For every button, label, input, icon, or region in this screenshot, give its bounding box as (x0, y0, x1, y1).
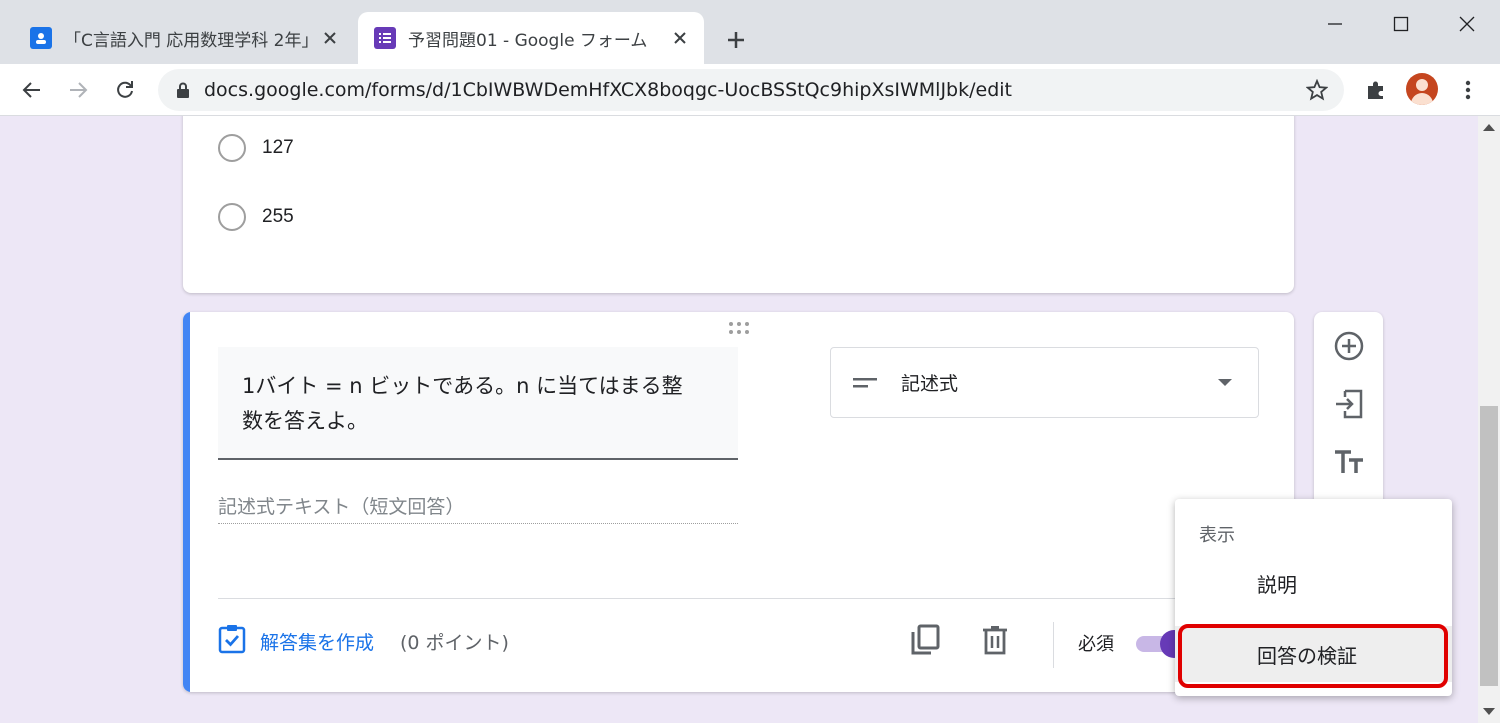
extensions-button[interactable] (1358, 72, 1394, 108)
close-window-button[interactable] (1447, 8, 1487, 40)
checkbox-clipboard-icon (218, 624, 246, 658)
radio-icon[interactable] (218, 203, 246, 231)
required-label: 必須 (1078, 634, 1114, 655)
previous-question-card: 127 255 (183, 116, 1294, 293)
trash-icon (983, 626, 1007, 655)
bookmark-star-icon[interactable] (1306, 79, 1328, 101)
scrollbar-thumb[interactable] (1480, 406, 1498, 686)
drag-handle-icon[interactable] (729, 322, 751, 334)
tab-title: 予習問題01 - Google フォーム (408, 30, 648, 51)
lock-icon (176, 82, 190, 98)
close-tab-icon[interactable] (666, 24, 694, 52)
chevron-down-icon (1218, 379, 1232, 386)
maximize-button[interactable] (1381, 8, 1421, 40)
delete-button[interactable] (975, 620, 1015, 660)
minimize-icon (1328, 23, 1342, 25)
footer-divider (218, 598, 1294, 599)
answer-placeholder: 記述式テキスト（短文回答） (218, 492, 738, 524)
points-label: (0 ポイント) (400, 631, 509, 654)
active-question-card[interactable]: 1バイト = n ビットである。n に当てはまる整 数を答えよ。 記述式 記述式… (183, 312, 1294, 692)
puzzle-icon (1368, 81, 1383, 99)
question-type-dropdown[interactable]: 記述式 (830, 347, 1259, 418)
menu-item-description[interactable]: 説明 (1175, 555, 1452, 611)
tab-forms[interactable]: 予習問題01 - Google フォーム (358, 12, 704, 64)
arrow-left-icon (22, 82, 40, 98)
forward-button[interactable] (60, 72, 96, 108)
plus-icon (728, 32, 744, 48)
address-bar[interactable]: docs.google.com/forms/d/1CbIWBWDemHfXCX8… (158, 69, 1344, 111)
choice-option[interactable]: 255 (218, 203, 294, 231)
choice-option[interactable]: 127 (218, 134, 294, 162)
choice-label: 127 (262, 137, 294, 158)
copy-icon (911, 624, 940, 655)
answer-key-button[interactable]: 解答集を作成 (0 ポイント) (218, 624, 509, 658)
page-viewport: 127 255 1バイト = n ビットである。n に当てはまる整 数を答えよ。… (0, 116, 1478, 723)
short-answer-icon (853, 377, 877, 389)
import-questions-button[interactable] (1332, 387, 1366, 421)
new-tab-button[interactable] (720, 24, 752, 56)
tab-title: 「C言語入門 応用数理学科 2年」の (64, 30, 316, 51)
scroll-down-icon[interactable] (1483, 708, 1495, 715)
url-text: docs.google.com/forms/d/1CbIWBWDemHfXCX8… (204, 79, 1013, 101)
radio-icon[interactable] (218, 134, 246, 162)
menu-section-label: 表示 (1199, 525, 1235, 546)
question-title-input[interactable]: 1バイト = n ビットである。n に当てはまる整 数を答えよ。 (218, 347, 738, 460)
arrow-right-icon (70, 82, 88, 98)
scroll-up-icon[interactable] (1483, 124, 1495, 131)
choice-label: 255 (262, 206, 294, 227)
maximize-icon (1393, 16, 1409, 32)
forms-icon (374, 27, 396, 49)
page-scrollbar[interactable] (1478, 116, 1500, 723)
floating-toolbar (1314, 312, 1383, 512)
question-type-label: 記述式 (901, 373, 959, 395)
back-button[interactable] (14, 72, 50, 108)
browser-menu-button[interactable] (1450, 72, 1486, 108)
classroom-icon (30, 27, 52, 49)
add-title-button[interactable] (1332, 445, 1366, 479)
close-icon (1459, 16, 1475, 32)
active-accent-bar (183, 312, 190, 692)
add-circle-icon (1334, 331, 1364, 361)
duplicate-button[interactable] (905, 620, 945, 660)
tab-classroom[interactable]: 「C言語入門 応用数理学科 2年」の (14, 12, 354, 64)
question-title-line: 数を答えよ。 (242, 409, 368, 433)
footer-separator (1053, 622, 1054, 668)
question-title-line: 1バイト = n ビットである。n に当てはまる整 (242, 374, 683, 398)
answer-key-label: 解答集を作成 (260, 631, 375, 654)
title-text-icon (1335, 450, 1363, 473)
more-vert-icon (1465, 80, 1471, 100)
import-icon (1336, 389, 1363, 419)
add-question-button[interactable] (1332, 329, 1366, 363)
minimize-button[interactable] (1315, 8, 1355, 40)
close-tab-icon[interactable] (316, 24, 344, 52)
reload-icon (117, 81, 133, 98)
profile-avatar[interactable] (1406, 73, 1438, 105)
browser-titlebar: 「C言語入門 応用数理学科 2年」の 予習問題01 - Google フォーム (0, 0, 1500, 64)
browser-toolbar: docs.google.com/forms/d/1CbIWBWDemHfXCX8… (0, 64, 1500, 116)
highlight-annotation-box (1178, 624, 1448, 688)
reload-button[interactable] (107, 72, 143, 108)
